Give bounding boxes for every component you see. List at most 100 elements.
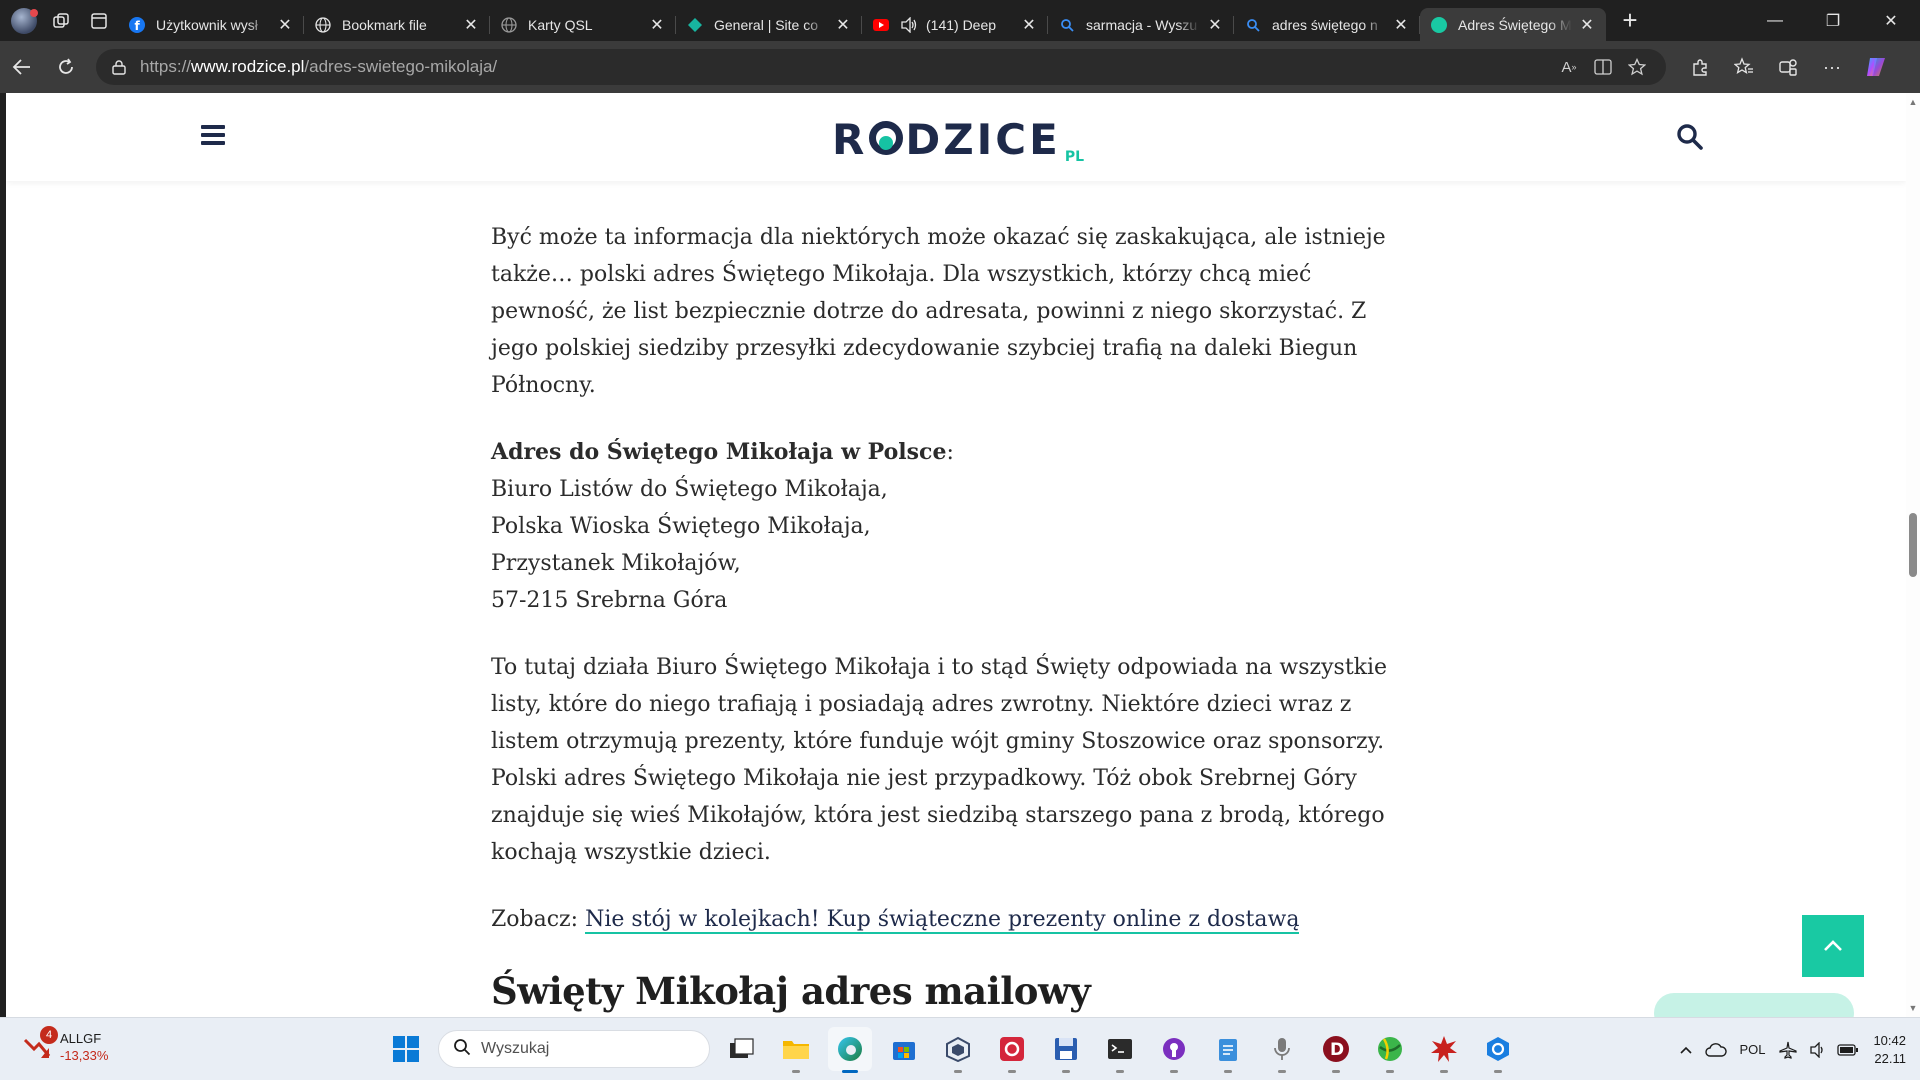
- intro-paragraph: Być może ta informacja dla niektórych mo…: [491, 225, 1386, 398]
- address-line: 57-215 Srebrna Góra: [491, 588, 728, 613]
- terminal-icon[interactable]: [1098, 1027, 1142, 1073]
- close-tab-icon[interactable]: ✕: [834, 16, 852, 34]
- store-icon[interactable]: [882, 1027, 926, 1071]
- tab-karty-qsl[interactable]: Karty QSL ✕: [490, 8, 676, 41]
- more-menu-icon[interactable]: ···: [1810, 49, 1854, 85]
- tab-sarmacja-search[interactable]: sarmacja - Wyszu ✕: [1048, 8, 1234, 41]
- minimize-button[interactable]: —: [1746, 0, 1804, 41]
- url-text[interactable]: https://www.rodzice.pl/adres-swietego-mi…: [140, 57, 1552, 77]
- airplane-mode-icon[interactable]: [1773, 1035, 1803, 1065]
- volume-icon[interactable]: [1803, 1035, 1833, 1065]
- new-tab-button[interactable]: +: [1612, 5, 1648, 36]
- search-icon: [1244, 16, 1262, 34]
- scroll-to-top-button[interactable]: [1802, 915, 1864, 977]
- search-icon[interactable]: [1676, 123, 1704, 151]
- d-app-icon[interactable]: D: [1314, 1027, 1358, 1073]
- address-line: Biuro Listów do Świętego Mikołaja,: [491, 477, 888, 502]
- language-indicator[interactable]: POL: [1739, 1042, 1765, 1057]
- clock[interactable]: 10:42 22.11: [1873, 1032, 1906, 1068]
- rodzice-icon: [1430, 16, 1448, 34]
- copilot-icon[interactable]: [1854, 49, 1898, 85]
- battery-icon[interactable]: [1833, 1035, 1863, 1065]
- close-window-button[interactable]: ✕: [1862, 0, 1920, 41]
- stock-change: -13,33%: [60, 1048, 109, 1063]
- close-tab-icon[interactable]: ✕: [648, 16, 666, 34]
- menu-icon[interactable]: [201, 125, 225, 145]
- address-line: Polska Wioska Świętego Mikołaja,: [491, 514, 871, 539]
- read-aloud-icon[interactable]: A»: [1552, 52, 1586, 82]
- site-logo[interactable]: R DZICE PL: [832, 111, 1084, 166]
- clock-date: 22.11: [1874, 1050, 1906, 1066]
- globe-icon: [314, 16, 332, 34]
- logo-o-mark: [869, 121, 904, 155]
- task-view-icon[interactable]: [720, 1027, 764, 1071]
- windows-start-icon[interactable]: [384, 1027, 428, 1071]
- url-path: /adres-swietego-mikolaja/: [304, 57, 498, 76]
- close-tab-icon[interactable]: ✕: [1020, 16, 1038, 34]
- address-colon: :: [946, 440, 954, 465]
- save-icon[interactable]: [1044, 1027, 1088, 1073]
- app-red-icon[interactable]: [990, 1027, 1034, 1073]
- site-info-icon[interactable]: [108, 56, 130, 78]
- tab-title: adres świętego n: [1272, 16, 1378, 33]
- see-also-link[interactable]: Nie stój w kolejkach! Kup świąteczne pre…: [585, 907, 1300, 934]
- tab-title: Karty QSL: [528, 16, 593, 33]
- chevron-up-icon[interactable]: [1671, 1035, 1701, 1065]
- globe-icon: [500, 16, 518, 34]
- vmware-icon[interactable]: [936, 1027, 980, 1073]
- tab-actions-icon[interactable]: [80, 6, 118, 36]
- microphone-icon[interactable]: [1260, 1027, 1304, 1073]
- tab-facebook[interactable]: f Użytkownik wysł ✕: [118, 8, 304, 41]
- tab-title: Bookmark file: [342, 16, 427, 33]
- page-scrollbar[interactable]: ▲ ▼: [1906, 93, 1920, 1017]
- blue-app-icon[interactable]: [1476, 1027, 1520, 1073]
- notepad-icon[interactable]: [1206, 1027, 1250, 1073]
- file-explorer-icon[interactable]: [774, 1027, 818, 1073]
- close-tab-icon[interactable]: ✕: [276, 16, 294, 34]
- close-tab-icon[interactable]: ✕: [1206, 16, 1224, 34]
- tab-title: sarmacja - Wyszu: [1086, 16, 1198, 33]
- restore-button[interactable]: ❐: [1804, 0, 1862, 41]
- taskbar-search-input[interactable]: Wyszukaj: [438, 1030, 710, 1068]
- svg-text:f: f: [135, 19, 141, 33]
- address-bar[interactable]: https://www.rodzice.pl/adres-swietego-mi…: [96, 49, 1666, 85]
- red-splat-icon[interactable]: [1422, 1027, 1466, 1073]
- tab-general-site[interactable]: General | Site co ✕: [676, 8, 862, 41]
- purple-app-icon[interactable]: [1152, 1027, 1196, 1073]
- favorite-star-icon[interactable]: [1620, 52, 1654, 82]
- search-icon: [1058, 16, 1076, 34]
- tab-adres-search[interactable]: adres świętego n ✕: [1234, 8, 1420, 41]
- immersive-reader-icon[interactable]: [1586, 52, 1620, 82]
- speaker-icon[interactable]: [900, 16, 918, 34]
- tab-youtube[interactable]: (141) Deep ✕: [862, 8, 1048, 41]
- close-tab-icon[interactable]: ✕: [1392, 16, 1410, 34]
- chevron-up-icon: [1824, 940, 1842, 951]
- stock-badge: 4: [40, 1026, 58, 1044]
- scrollbar-thumb[interactable]: [1909, 513, 1917, 577]
- profile-avatar[interactable]: [6, 6, 42, 36]
- tab-title: General | Site co: [714, 16, 819, 33]
- taskbar-apps: Wyszukaj D: [384, 1027, 1520, 1073]
- scroll-up-arrow[interactable]: ▲: [1908, 97, 1918, 107]
- edge-icon[interactable]: [828, 1027, 872, 1073]
- url-host: www.rodzice.pl: [191, 57, 305, 76]
- tab-title: Adres Świętego M: [1458, 16, 1572, 33]
- extensions-icon[interactable]: [1678, 49, 1722, 85]
- favorites-icon[interactable]: [1722, 49, 1766, 85]
- tab-strip: f Użytkownik wysł ✕ Bookmark file ✕ Kart…: [0, 0, 1920, 41]
- close-tab-icon[interactable]: ✕: [1578, 16, 1596, 34]
- scroll-down-arrow[interactable]: ▼: [1908, 1003, 1918, 1013]
- tab-bookmark-file[interactable]: Bookmark file ✕: [304, 8, 490, 41]
- workspaces-icon[interactable]: [42, 6, 80, 36]
- onedrive-icon[interactable]: [1701, 1035, 1731, 1065]
- refresh-button[interactable]: [44, 49, 88, 85]
- back-button[interactable]: [0, 49, 44, 85]
- tab-adres-swietego-active[interactable]: Adres Świętego M ✕: [1420, 8, 1606, 41]
- stock-widget[interactable]: 4 ALLGF -13,33%: [22, 1026, 109, 1064]
- notification-dot: [30, 8, 38, 17]
- collections-icon[interactable]: [1766, 49, 1810, 85]
- floating-widget[interactable]: [1654, 993, 1854, 1017]
- close-tab-icon[interactable]: ✕: [462, 16, 480, 34]
- green-ball-icon[interactable]: [1368, 1027, 1412, 1073]
- svg-text:D: D: [1330, 1040, 1344, 1060]
